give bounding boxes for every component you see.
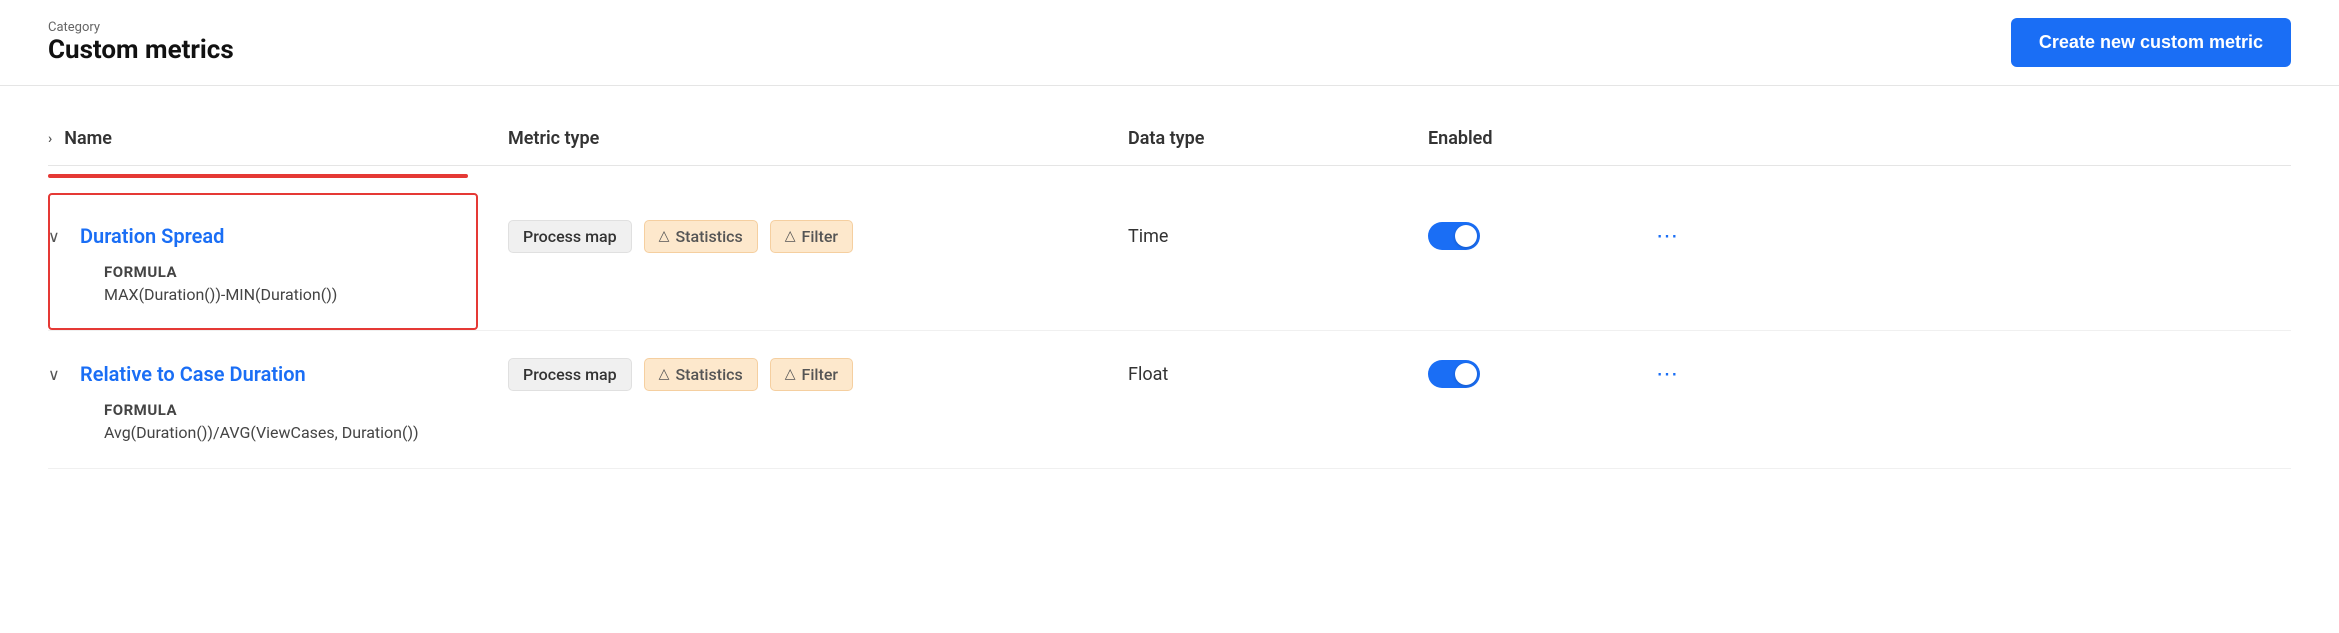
metric-type-cell: Process map △ Statistics △ Filter (508, 358, 1128, 391)
formula-label: FORMULA (104, 263, 2291, 281)
page-header: Category Custom metrics Create new custo… (0, 0, 2339, 86)
row-collapse-icon[interactable]: ∨ (48, 365, 68, 384)
warning-icon: △ (785, 228, 796, 244)
col-header-name: › Name (48, 128, 508, 149)
col-header-metric-type: Metric type (508, 128, 1128, 149)
name-cell: ∨ Duration Spread (48, 224, 508, 248)
table-row: ∨ Relative to Case Duration Process map … (48, 331, 2291, 469)
badge-label: Statistics (675, 227, 742, 246)
expand-all-icon[interactable]: › (48, 131, 52, 147)
badge-label: Filter (802, 227, 839, 246)
toggle-track (1428, 222, 1480, 250)
col-header-enabled: Enabled (1428, 128, 1628, 149)
row-main: ∨ Relative to Case Duration Process map … (48, 339, 2291, 397)
enabled-cell (1428, 360, 1628, 388)
warning-icon: △ (659, 228, 670, 244)
metric-name[interactable]: Duration Spread (80, 224, 224, 248)
formula-value: Avg(Duration())/AVG(ViewCases, Duration(… (104, 423, 2291, 442)
metric-type-cell: Process map △ Statistics △ Filter (508, 220, 1128, 253)
metrics-table: › Name Metric type Data type Enabled ∨ D… (0, 86, 2339, 501)
formula-label: FORMULA (104, 401, 2291, 419)
actions-cell: ⋯ (1628, 219, 1688, 253)
metric-type-badge-statistics: △ Statistics (644, 220, 758, 253)
metric-type-badge-process-map: Process map (508, 358, 632, 391)
warning-icon: △ (659, 366, 670, 382)
toggle-thumb (1455, 225, 1477, 247)
badge-label: Process map (523, 227, 617, 246)
more-options-button[interactable]: ⋯ (1648, 357, 1688, 391)
more-options-button[interactable]: ⋯ (1648, 219, 1688, 253)
data-type-cell: Float (1128, 364, 1428, 385)
badge-label: Filter (802, 365, 839, 384)
toggle-thumb (1455, 363, 1477, 385)
header-left: Category Custom metrics (48, 20, 234, 65)
name-cell: ∨ Relative to Case Duration (48, 362, 508, 386)
data-type-cell: Time (1128, 226, 1428, 247)
actions-cell: ⋯ (1628, 357, 1688, 391)
table-row: ∨ Duration Spread Process map △ Statisti… (48, 193, 2291, 331)
metric-type-badge-statistics: △ Statistics (644, 358, 758, 391)
metric-type-badge-filter: △ Filter (770, 220, 853, 253)
col-header-data-type: Data type (1128, 128, 1428, 149)
enabled-cell (1428, 222, 1628, 250)
enabled-toggle[interactable] (1428, 222, 1480, 250)
row-detail: FORMULA Avg(Duration())/AVG(ViewCases, D… (48, 397, 2291, 460)
metric-type-badge-process-map: Process map (508, 220, 632, 253)
enabled-toggle[interactable] (1428, 360, 1480, 388)
row-detail: FORMULA MAX(Duration())-MIN(Duration()) (48, 259, 2291, 322)
badge-label: Process map (523, 365, 617, 384)
page-title: Custom metrics (48, 35, 234, 65)
table-header: › Name Metric type Data type Enabled (48, 118, 2291, 166)
category-label: Category (48, 20, 234, 35)
row-collapse-icon[interactable]: ∨ (48, 227, 68, 246)
badge-label: Statistics (675, 365, 742, 384)
create-new-custom-metric-button[interactable]: Create new custom metric (2011, 18, 2291, 67)
formula-value: MAX(Duration())-MIN(Duration()) (104, 285, 2291, 304)
toggle-track (1428, 360, 1480, 388)
warning-icon: △ (785, 366, 796, 382)
row-main: ∨ Duration Spread Process map △ Statisti… (48, 201, 2291, 259)
metric-type-badge-filter: △ Filter (770, 358, 853, 391)
table-row (48, 174, 2291, 193)
metric-name[interactable]: Relative to Case Duration (80, 362, 306, 386)
